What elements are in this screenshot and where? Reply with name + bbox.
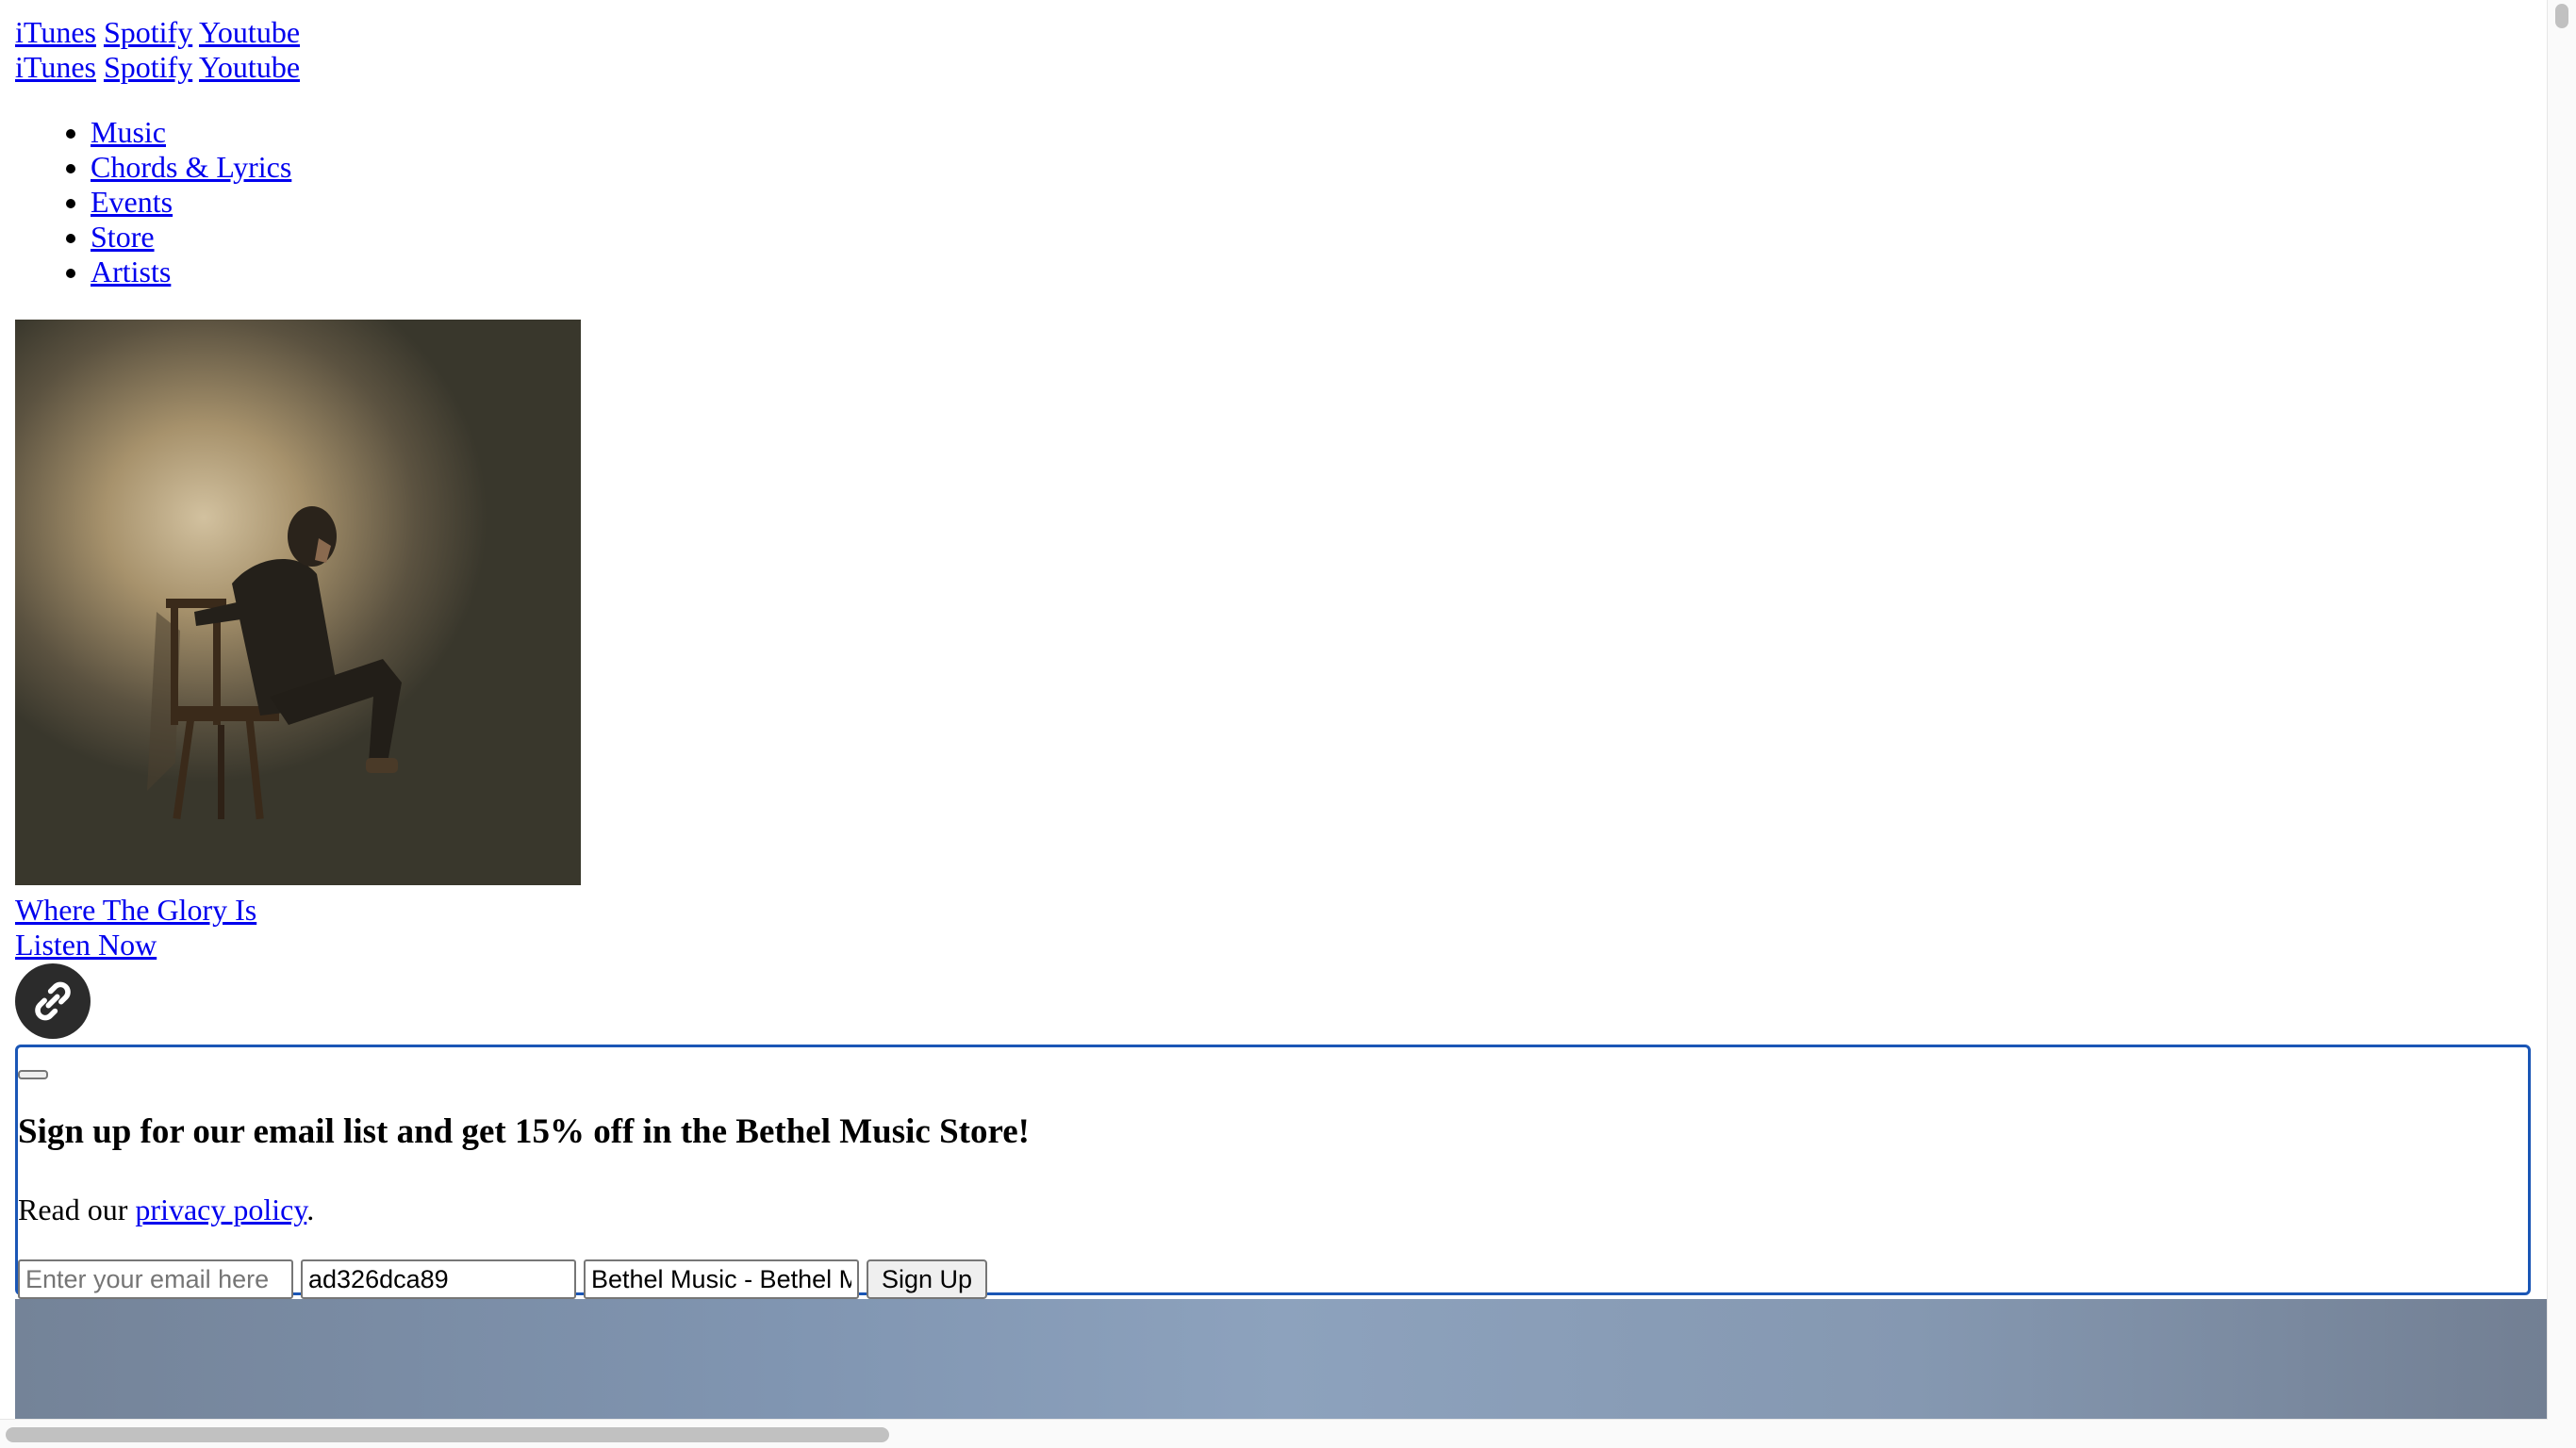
close-button[interactable]	[18, 1070, 48, 1079]
signup-form: Sign Up	[18, 1259, 988, 1299]
email-signup-panel: Sign up for our email list and get 15% o…	[15, 1045, 2531, 1299]
privacy-note: Read our privacy policy.	[18, 1193, 314, 1227]
nav-item-music: Music	[91, 115, 291, 150]
album-title-link[interactable]: Where The Glory Is	[15, 893, 256, 928]
nav-link-chords-lyrics[interactable]: Chords & Lyrics	[91, 150, 291, 184]
youtube-link[interactable]: Youtube	[199, 15, 300, 49]
nav-item-events: Events	[91, 185, 291, 220]
itunes-link[interactable]: iTunes	[15, 50, 96, 84]
spotify-link[interactable]: Spotify	[104, 50, 192, 84]
link-icon[interactable]	[15, 963, 91, 1039]
nav-link-music[interactable]: Music	[91, 115, 166, 149]
email-input[interactable]	[18, 1259, 293, 1299]
nav-item-store: Store	[91, 220, 291, 255]
spotify-link[interactable]: Spotify	[104, 15, 192, 49]
nav-item-artists: Artists	[91, 255, 291, 289]
link-icon-glyph	[35, 981, 71, 1021]
nav-link-store[interactable]: Store	[91, 220, 155, 254]
signup-field-3[interactable]	[584, 1259, 859, 1299]
album-cover-art	[147, 506, 402, 820]
privacy-prefix: Read our	[18, 1193, 136, 1226]
sign-up-button[interactable]: Sign Up	[867, 1259, 988, 1299]
main-nav: Music Chords & Lyrics Events Store Artis…	[15, 115, 291, 289]
listen-now-link[interactable]: Listen Now	[15, 928, 157, 963]
vertical-scroll-thumb[interactable]	[2555, 4, 2568, 28]
signup-heading: Sign up for our email list and get 15% o…	[18, 1112, 1030, 1151]
horizontal-scroll-thumb[interactable]	[6, 1427, 889, 1442]
nav-item-chords-lyrics: Chords & Lyrics	[91, 150, 291, 185]
album-cover-image[interactable]	[15, 320, 581, 885]
privacy-suffix: .	[306, 1193, 315, 1226]
privacy-policy-link[interactable]: privacy policy	[135, 1193, 306, 1226]
youtube-link[interactable]: Youtube	[199, 50, 300, 84]
signup-field-2[interactable]	[301, 1259, 576, 1299]
hero-banner	[15, 1299, 2548, 1420]
streaming-links-top: iTunes Spotify Youtube	[15, 15, 300, 50]
itunes-link[interactable]: iTunes	[15, 15, 96, 49]
nav-link-events[interactable]: Events	[91, 185, 173, 219]
vertical-scrollbar[interactable]	[2547, 0, 2576, 1448]
streaming-links-second: iTunes Spotify Youtube	[15, 50, 300, 85]
nav-link-artists[interactable]: Artists	[91, 255, 171, 288]
horizontal-scrollbar[interactable]	[0, 1419, 2548, 1448]
